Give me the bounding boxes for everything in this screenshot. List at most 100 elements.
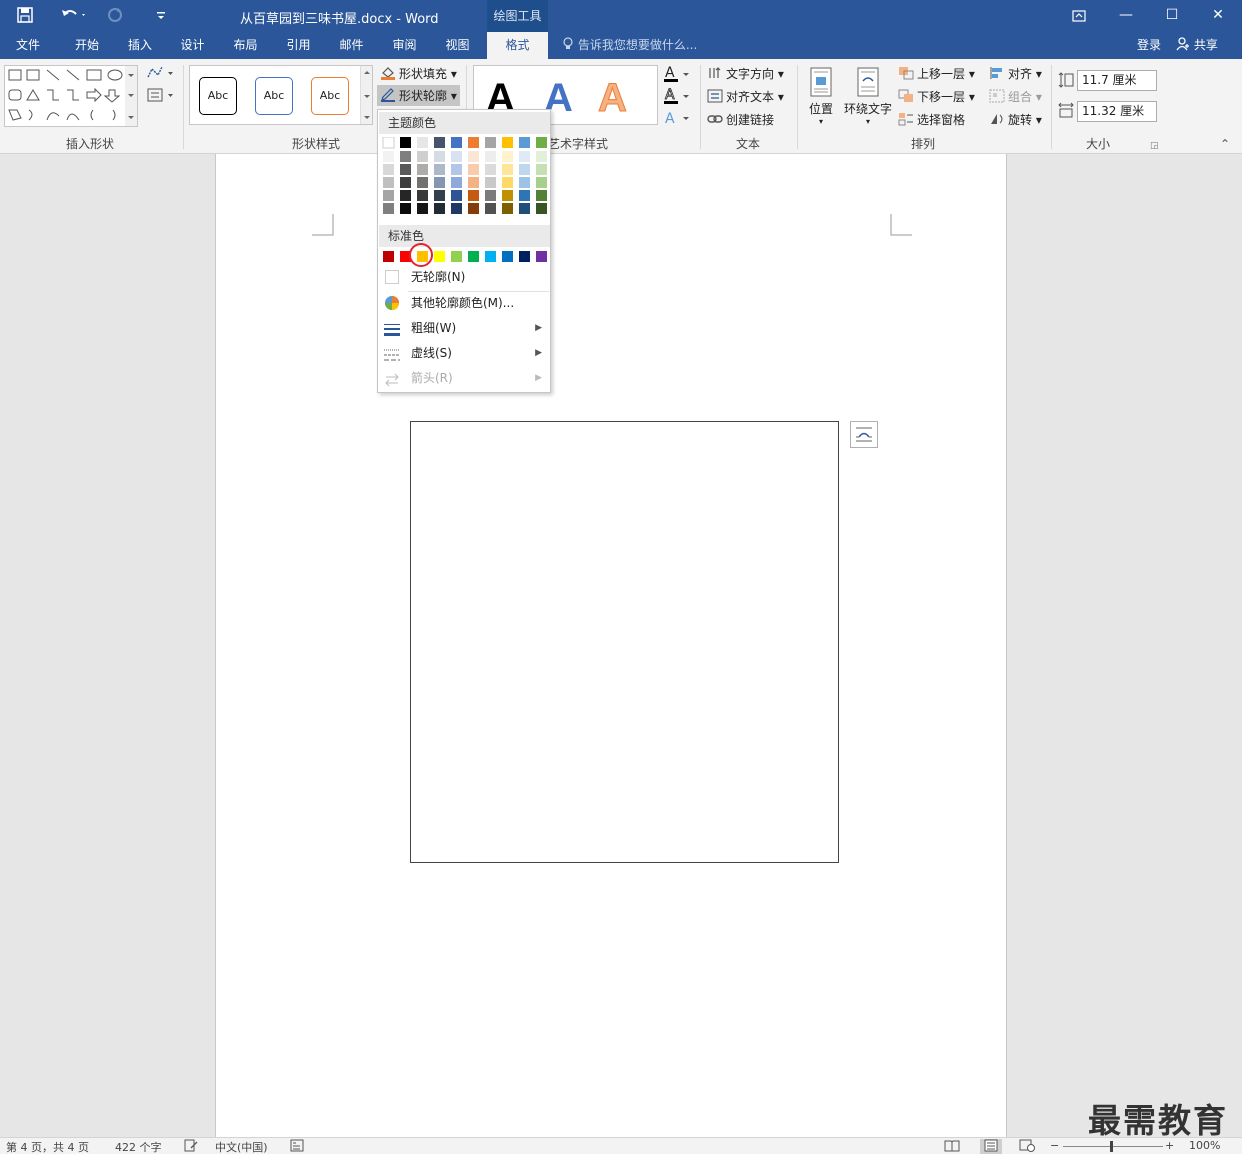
shape-style-blue[interactable]: Abc <box>255 77 293 115</box>
theme-shade-swatch[interactable] <box>485 203 496 214</box>
share-button[interactable]: 共享 <box>1176 32 1218 58</box>
tab-format[interactable]: 格式 <box>487 32 548 59</box>
read-mode-icon[interactable] <box>944 1139 960 1154</box>
no-outline-item[interactable]: 无轮廓(N) <box>379 265 550 289</box>
text-outline-button[interactable]: A <box>663 87 691 108</box>
theme-shade-swatch[interactable] <box>451 190 462 201</box>
close-button[interactable]: ✕ <box>1195 0 1241 32</box>
theme-shade-swatch[interactable] <box>451 177 462 188</box>
theme-shade-swatch[interactable] <box>451 151 462 162</box>
tab-mailings[interactable]: 邮件 <box>325 32 378 59</box>
theme-shade-swatch[interactable] <box>485 151 496 162</box>
dashes-item[interactable]: 虚线(S) ▶ <box>379 341 550 365</box>
theme-shade-swatch[interactable] <box>383 151 394 162</box>
theme-color-swatch[interactable] <box>468 137 479 148</box>
theme-shade-swatch[interactable] <box>434 151 445 162</box>
rotate-button[interactable]: 旋转 ▾ <box>989 111 1042 128</box>
theme-shade-swatch[interactable] <box>485 164 496 175</box>
theme-shade-swatch[interactable] <box>502 177 513 188</box>
theme-color-swatch[interactable] <box>519 137 530 148</box>
theme-shade-swatch[interactable] <box>400 164 411 175</box>
text-fill-button[interactable]: A <box>663 65 691 86</box>
standard-color-swatch[interactable] <box>519 251 530 262</box>
theme-shade-swatch[interactable] <box>536 164 547 175</box>
tab-review[interactable]: 审阅 <box>378 32 431 59</box>
theme-shade-swatch[interactable] <box>383 190 394 201</box>
draw-text-box-icon[interactable] <box>146 87 174 106</box>
theme-shade-swatch[interactable] <box>383 177 394 188</box>
theme-shade-swatch[interactable] <box>451 164 462 175</box>
selection-pane-button[interactable]: 选择窗格 <box>898 111 965 128</box>
collapse-ribbon-icon[interactable]: ⌃ <box>1220 137 1230 151</box>
theme-shade-swatch[interactable] <box>536 151 547 162</box>
theme-shade-swatch[interactable] <box>502 203 513 214</box>
text-effects-button[interactable]: A <box>663 109 691 130</box>
maximize-button[interactable]: ☐ <box>1149 0 1195 32</box>
tab-home[interactable]: 开始 <box>60 32 114 59</box>
shape-style-orange[interactable]: Abc <box>311 77 349 115</box>
theme-shade-swatch[interactable] <box>468 177 479 188</box>
theme-shade-swatch[interactable] <box>519 177 530 188</box>
theme-shade-swatch[interactable] <box>468 203 479 214</box>
standard-color-swatch[interactable] <box>502 251 513 262</box>
theme-shade-swatch[interactable] <box>519 164 530 175</box>
theme-shade-swatch[interactable] <box>417 203 428 214</box>
theme-color-swatch[interactable] <box>536 137 547 148</box>
theme-shade-swatch[interactable] <box>536 203 547 214</box>
theme-shade-swatch[interactable] <box>519 151 530 162</box>
standard-color-swatch[interactable] <box>383 251 394 262</box>
tab-view[interactable]: 视图 <box>431 32 484 59</box>
minimize-button[interactable]: — <box>1103 0 1149 32</box>
standard-color-swatch[interactable] <box>485 251 496 262</box>
theme-color-swatch[interactable] <box>382 137 395 149</box>
theme-shade-swatch[interactable] <box>502 190 513 201</box>
document-page[interactable] <box>215 154 1007 1137</box>
theme-shade-swatch[interactable] <box>383 203 394 214</box>
shape-outline-button[interactable]: 形状轮廓 ▾ <box>377 85 460 106</box>
theme-shade-swatch[interactable] <box>434 190 445 201</box>
theme-shade-swatch[interactable] <box>434 164 445 175</box>
theme-shade-swatch[interactable] <box>400 203 411 214</box>
proofing-icon[interactable] <box>184 1139 198 1154</box>
save-icon[interactable] <box>16 6 34 28</box>
align-objects-button[interactable]: 对齐 ▾ <box>989 65 1042 82</box>
undo-icon[interactable] <box>60 6 88 28</box>
word-count[interactable]: 422 个字 <box>115 1139 162 1154</box>
theme-shade-swatch[interactable] <box>519 190 530 201</box>
tab-insert[interactable]: 插入 <box>114 32 166 59</box>
print-layout-icon[interactable] <box>980 1139 1002 1154</box>
theme-shade-swatch[interactable] <box>451 203 462 214</box>
theme-color-swatch[interactable] <box>400 137 411 148</box>
text-direction-button[interactable]: 文字方向 ▾ <box>707 65 784 82</box>
standard-color-row[interactable] <box>382 251 548 263</box>
language[interactable]: 中文(中国) <box>215 1139 268 1154</box>
page-count[interactable]: 第 4 页，共 4 页 <box>6 1139 89 1154</box>
customize-quick-access-icon[interactable] <box>155 6 167 28</box>
tell-me-box[interactable]: 告诉我您想要做什么... <box>562 32 697 59</box>
theme-shade-swatch[interactable] <box>400 151 411 162</box>
theme-shade-swatch[interactable] <box>468 164 479 175</box>
theme-shade-swatch[interactable] <box>417 151 428 162</box>
create-link-button[interactable]: 创建链接 <box>707 111 774 128</box>
theme-shade-swatch[interactable] <box>400 190 411 201</box>
theme-shade-swatch[interactable] <box>536 177 547 188</box>
layout-options-button[interactable] <box>850 421 878 448</box>
tab-design[interactable]: 设计 <box>166 32 219 59</box>
ribbon-display-options-icon[interactable] <box>1056 0 1102 32</box>
drawn-rectangle-shape[interactable] <box>410 421 839 863</box>
theme-color-swatch[interactable] <box>502 137 513 148</box>
gallery-scroll[interactable] <box>360 66 372 124</box>
standard-color-swatch[interactable] <box>536 251 547 262</box>
theme-shade-swatch[interactable] <box>383 164 394 175</box>
theme-shade-swatch[interactable] <box>485 177 496 188</box>
zoom-slider-thumb[interactable] <box>1110 1141 1113 1152</box>
theme-shade-swatch[interactable] <box>468 151 479 162</box>
edit-shape-icon[interactable] <box>146 65 174 84</box>
shape-styles-gallery[interactable]: Abc Abc Abc <box>189 65 373 125</box>
zoom-out-button[interactable]: − <box>1050 1139 1059 1152</box>
web-layout-icon[interactable] <box>1019 1139 1035 1154</box>
theme-color-swatch[interactable] <box>417 137 428 148</box>
theme-color-swatch[interactable] <box>451 137 462 148</box>
theme-shade-swatch[interactable] <box>417 177 428 188</box>
document-area[interactable] <box>0 154 1242 1137</box>
